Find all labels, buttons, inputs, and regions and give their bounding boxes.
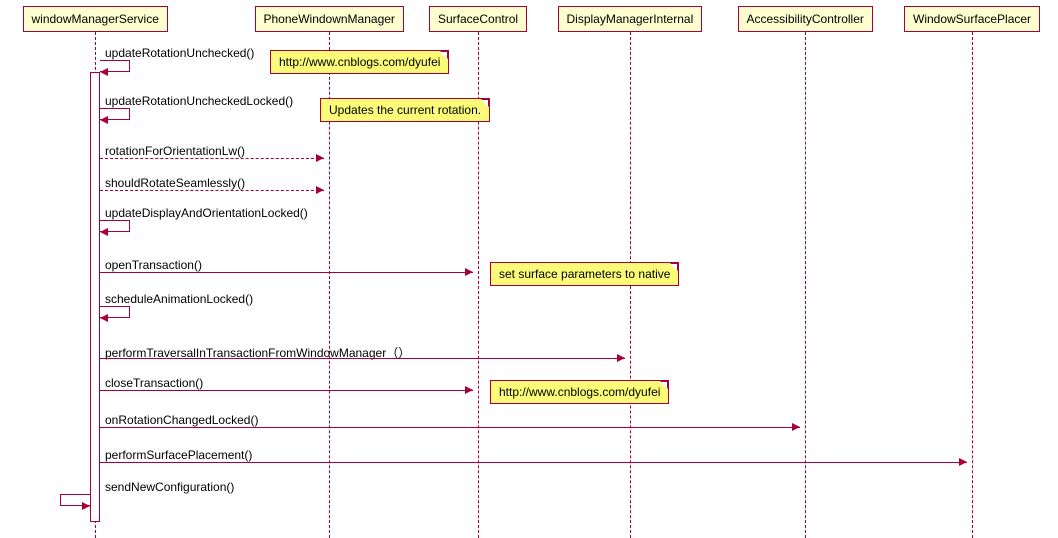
participant-dmi: DisplayManagerInternal [558,6,703,32]
arrow-head-5 [465,268,473,276]
message-label-6: scheduleAnimationLocked() [105,292,253,306]
lifeline-wsp [972,32,973,538]
arrow-head-4 [100,228,108,236]
arrow-head-0 [100,68,108,76]
message-label-9: onRotationChangedLocked() [105,413,258,427]
participant-wsp: WindowSurfacePlacer [904,6,1040,32]
note-8: http://www.cnblogs.com/dyufei [490,380,669,404]
arrow-line-10 [100,462,967,463]
message-label-5: openTransaction() [105,258,202,272]
message-label-1: updateRotationUncheckedLocked() [105,94,293,108]
arrow-line-9 [100,427,800,428]
arrow-line-3 [100,190,324,191]
message-label-8: closeTransaction() [105,376,203,390]
note-5: set surface parameters to native [490,262,679,286]
arrow-head-1 [100,116,108,124]
participant-wms: windowManagerService [23,6,168,32]
message-label-10: performSurfacePlacement() [105,448,252,462]
message-label-0: updateRotationUnchecked() [105,46,254,60]
arrow-line-7 [100,358,625,359]
arrow-head-7 [617,354,625,362]
arrow-head-9 [792,423,800,431]
activation-wms [90,72,100,522]
participant-pwm: PhoneWindownManager [255,6,404,32]
note-0: http://www.cnblogs.com/dyufei [270,50,449,74]
participant-ac: AccessibilityController [738,6,873,32]
arrow-head-2 [316,154,324,162]
arrow-line-5 [100,272,473,273]
arrow-line-8 [100,390,473,391]
arrow-line-2 [100,158,324,159]
arrow-head-6 [100,314,108,322]
note-1: Updates the current rotation. [320,98,490,122]
message-label-3: shouldRotateSeamlessly() [105,176,245,190]
arrow-head-11 [82,502,90,510]
arrow-head-8 [465,386,473,394]
participant-sc: SurfaceControl [429,6,527,32]
arrow-head-3 [316,186,324,194]
message-label-4: updateDisplayAndOrientationLocked() [105,206,308,220]
arrow-head-10 [959,458,967,466]
message-label-11: sendNewConfiguration() [105,480,234,494]
message-label-2: rotationForOrientationLw() [105,144,245,158]
